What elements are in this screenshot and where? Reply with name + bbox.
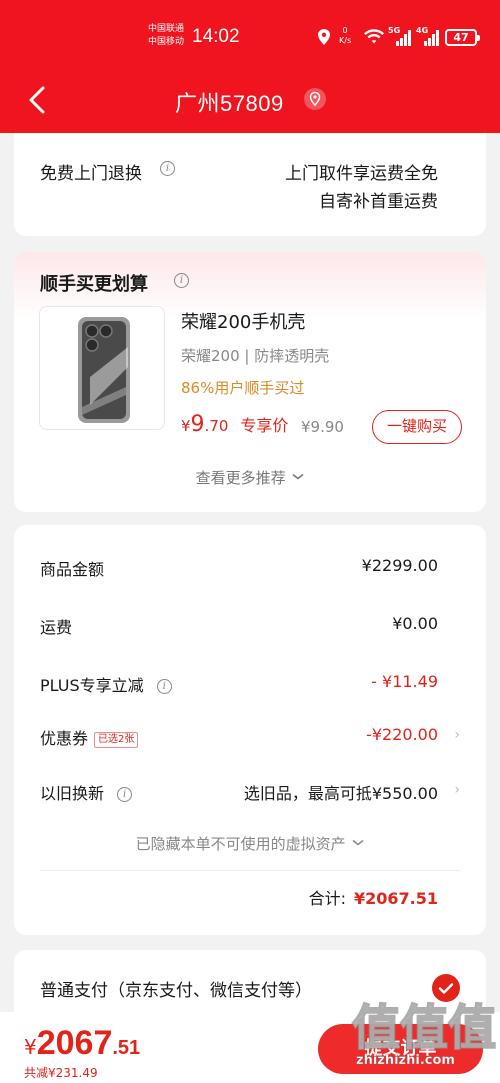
total-value: ¥2067.51: [353, 889, 438, 908]
watermark-glyph-3: 值: [447, 999, 497, 1057]
info-icon[interactable]: i: [117, 787, 133, 802]
top-header: 中国联通 中国移动 14:02 0 K/s 5G 4G 47 广州57809: [0, 0, 500, 133]
original-price: ¥9.90: [301, 418, 344, 436]
pay-currency: ¥: [24, 1035, 37, 1059]
coupon-row[interactable]: 优惠券 已选2张 -¥220.00 ›: [40, 721, 460, 751]
carrier-info: 中国联通 中国移动: [148, 23, 184, 49]
coupon-label: 优惠券: [40, 729, 89, 748]
product-price: ¥9.70 专享价: [181, 412, 288, 437]
goods-amount-value: ¥2299.00: [361, 556, 438, 575]
plus-discount-text: PLUS专享立减: [40, 676, 144, 695]
hidden-assets-toggle[interactable]: 已隐藏本单不可使用的虚拟资产: [14, 833, 486, 854]
shipping-value: ¥0.00: [392, 614, 438, 633]
chevron-right-icon: ›: [454, 782, 460, 798]
goods-amount-label: 商品金额: [40, 560, 105, 579]
more-recommend-label: 查看更多推荐: [195, 469, 286, 487]
product-hint: 86%用户顺手买过: [181, 379, 305, 397]
clock: 14:02: [192, 26, 240, 47]
trade-in-label: 以旧换新: [40, 784, 105, 803]
wifi-icon: [364, 29, 384, 44]
speed-value: 0: [342, 26, 348, 35]
info-icon[interactable]: i: [174, 273, 189, 288]
watermark-glyph-1: 值: [351, 999, 401, 1057]
return-service-label: 免费上门退换: [40, 164, 142, 184]
page-title[interactable]: 广州57809: [175, 86, 284, 118]
order-summary-card: 商品金额 ¥2299.00 运费 ¥0.00 PLUS专享立减 i - ¥11.…: [14, 525, 486, 935]
price-integer: 9: [190, 412, 205, 437]
return-service-line-1: 上门取件享运费全免: [285, 164, 438, 184]
total-savings: 共减¥231.49: [24, 1066, 98, 1080]
order-total: 合计: ¥2067.51: [309, 885, 438, 909]
trade-in-label-group: 以旧换新 i: [40, 780, 133, 804]
product-name[interactable]: 荣耀200手机壳: [181, 308, 305, 334]
watermark-glyph-2: 值: [399, 999, 449, 1057]
payment-method-label: 普通支付（京东支付、微信支付等）: [40, 981, 312, 1001]
shipping-label: 运费: [40, 618, 73, 637]
coupon-value: -¥220.00: [366, 725, 438, 744]
price-decimal: .70: [204, 417, 229, 435]
location-status-icon: [318, 29, 330, 45]
price-label: 专享价: [240, 416, 289, 435]
chevron-left-icon[interactable]: [28, 86, 46, 114]
trade-in-row[interactable]: 以旧换新 i 选旧品，最高可抵¥550.00 ›: [40, 776, 460, 806]
speed-unit: K/s: [339, 36, 352, 45]
plus-discount-row: PLUS专享立减 i - ¥11.49: [40, 668, 460, 698]
chevron-right-icon: ›: [454, 727, 460, 743]
watermark-logo: 值 值 值 zhizhizhi.com: [351, 988, 497, 1083]
coupon-label-group: 优惠券 已选2张: [40, 725, 139, 749]
signal-icon-1: 5G: [388, 26, 412, 46]
watermark-text: zhizhizhi.com: [356, 1053, 455, 1068]
battery-icon: 47: [445, 29, 480, 46]
status-bar: 中国联通 中国移动 14:02 0 K/s 5G 4G 47: [0, 20, 500, 56]
one-click-buy-button[interactable]: 一键购买: [372, 410, 462, 444]
info-icon[interactable]: i: [160, 161, 175, 176]
chevron-down-icon: [352, 839, 364, 846]
shipping-row: 运费 ¥0.00: [40, 610, 460, 640]
signal-icon-2: 4G: [416, 26, 440, 46]
return-service-card: 免费上门退换 i 上门取件享运费全免 自寄补首重运费: [14, 133, 486, 236]
more-recommend-link[interactable]: 查看更多推荐: [14, 467, 486, 488]
location-pin-icon[interactable]: [304, 88, 326, 110]
pay-amount: ¥2067.51: [24, 1024, 140, 1063]
info-icon[interactable]: i: [156, 679, 172, 694]
chevron-down-icon: [292, 473, 304, 480]
plus-discount-value: - ¥11.49: [371, 672, 438, 691]
coupon-count-badge: 已选2张: [94, 732, 139, 748]
network-speed: 0 K/s: [339, 26, 351, 46]
divider: [40, 870, 460, 871]
carrier-1: 中国联通: [148, 24, 185, 34]
trade-in-value: 选旧品，最高可抵¥550.00: [243, 784, 438, 803]
return-service-line-2: 自寄补首重运费: [319, 192, 438, 212]
plus-discount-label: PLUS专享立减 i: [40, 672, 172, 696]
pay-decimal: .51: [112, 1037, 141, 1059]
price-currency: ¥: [181, 417, 191, 435]
total-label: 合计:: [308, 889, 346, 908]
pay-integer: 2067: [36, 1024, 113, 1062]
product-image[interactable]: [39, 306, 165, 430]
recommend-title: 顺手买更划算: [40, 274, 148, 295]
goods-amount-row: 商品金额 ¥2299.00: [40, 552, 460, 582]
carrier-2: 中国移动: [148, 37, 185, 47]
hidden-assets-label: 已隐藏本单不可使用的虚拟资产: [135, 835, 346, 853]
product-spec: 荣耀200 | 防摔透明壳: [181, 347, 330, 365]
recommend-card: 顺手买更划算 i 荣耀200手机壳 荣耀200 | 防摔透明壳 86%用户顺手买…: [14, 252, 486, 512]
